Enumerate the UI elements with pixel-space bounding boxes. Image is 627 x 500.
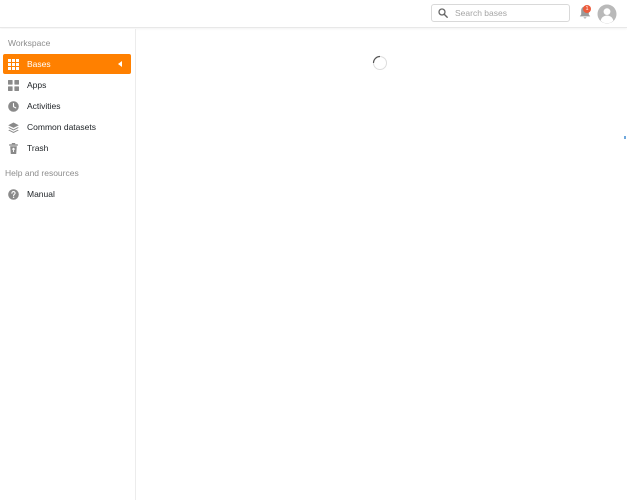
sidebar-item-activities[interactable]: Activities xyxy=(3,96,131,116)
sidebar-item-label: Bases xyxy=(27,59,51,69)
layers-icon xyxy=(8,122,19,133)
sidebar-item-common-datasets[interactable]: Common datasets xyxy=(3,117,131,137)
user-avatar-icon[interactable] xyxy=(597,4,617,24)
sidebar: Workspace Bases Apps Activities Common d… xyxy=(0,29,136,500)
sidebar-item-label: Apps xyxy=(27,80,47,90)
sidebar-item-label: Activities xyxy=(27,101,61,111)
caret-left-icon xyxy=(118,61,122,67)
sidebar-item-trash[interactable]: Trash xyxy=(3,138,131,158)
sidebar-item-label: Common datasets xyxy=(27,122,96,132)
sidebar-item-label: Trash xyxy=(27,143,49,153)
sidebar-item-apps[interactable]: Apps xyxy=(3,75,131,95)
sidebar-item-manual[interactable]: Manual xyxy=(3,184,131,204)
top-header: 1 xyxy=(0,0,627,28)
search-input[interactable] xyxy=(455,8,565,18)
trash-icon xyxy=(9,142,18,154)
question-icon xyxy=(8,188,19,200)
loading-spinner-icon xyxy=(372,55,387,70)
clock-icon xyxy=(8,100,19,112)
search-box[interactable] xyxy=(431,4,570,22)
sidebar-item-bases[interactable]: Bases xyxy=(3,54,131,74)
apps-icon xyxy=(8,79,19,91)
workspace-section-title: Workspace xyxy=(8,38,51,48)
help-section-title: Help and resources xyxy=(5,168,79,178)
notification-badge: 1 xyxy=(583,5,591,13)
sidebar-item-label: Manual xyxy=(27,189,55,199)
edge-indicator xyxy=(624,136,626,139)
grid-icon xyxy=(8,58,19,70)
main-content xyxy=(137,29,627,500)
search-icon xyxy=(438,8,448,18)
